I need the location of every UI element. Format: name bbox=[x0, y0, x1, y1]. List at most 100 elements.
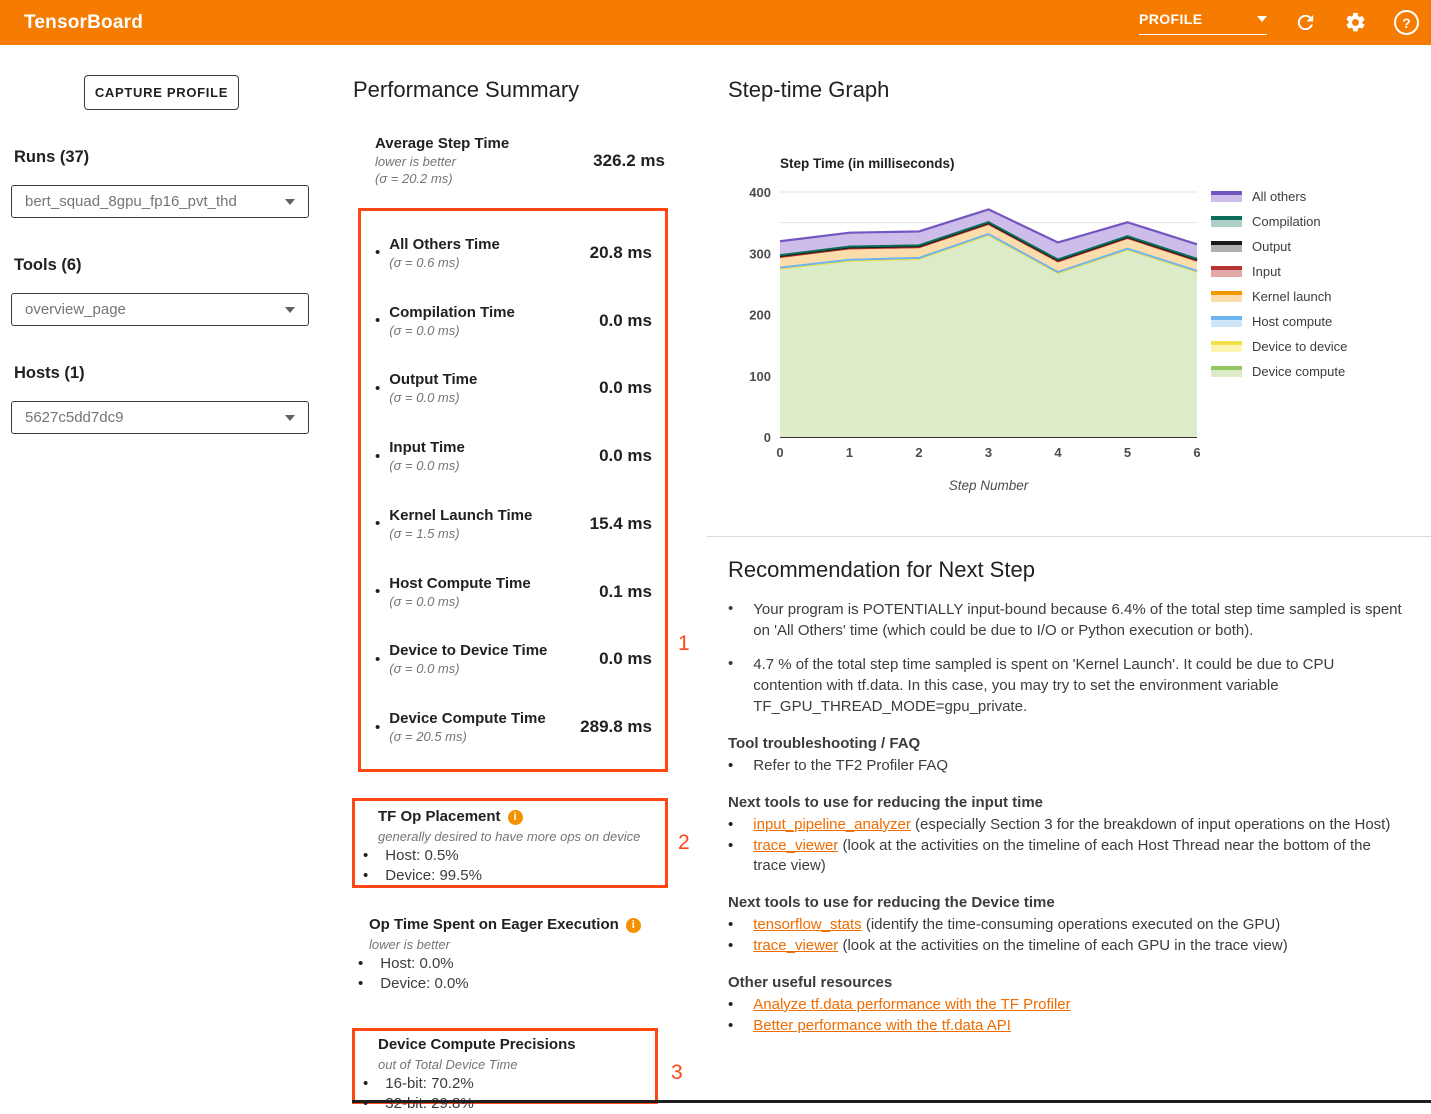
metric-sigma: (σ = 0.0 ms) bbox=[389, 457, 465, 474]
list-item: •Device: 99.5% bbox=[361, 866, 661, 886]
tools-label: Tools (6) bbox=[14, 256, 82, 275]
metric-row: • Compilation Time (σ = 0.0 ms) 0.0 ms bbox=[375, 303, 652, 339]
list-item: •16-bit: 70.2% bbox=[361, 1074, 651, 1094]
header-toolbar: PROFILE ? bbox=[1139, 0, 1419, 45]
dashboard-selector[interactable]: PROFILE bbox=[1139, 11, 1267, 35]
recommendation-bullet: •Your program is POTENTIALLY input-bound… bbox=[728, 599, 1406, 641]
metric-value: 0.0 ms bbox=[599, 649, 652, 669]
legend-swatch bbox=[1211, 191, 1242, 202]
recommendation-section: Recommendation for Next Step •Your progr… bbox=[728, 557, 1406, 1037]
legend-swatch bbox=[1211, 341, 1242, 352]
bullet: • bbox=[358, 974, 363, 994]
tfdata-api-link[interactable]: Better performance with the tf.data API bbox=[753, 1017, 1011, 1034]
metric-label: Compilation Time bbox=[389, 303, 515, 322]
legend-item: Output bbox=[1211, 239, 1347, 254]
legend-label: Device compute bbox=[1252, 364, 1345, 379]
metric-row: • Kernel Launch Time (σ = 1.5 ms) 15.4 m… bbox=[375, 506, 652, 542]
metric-label: Average Step Time bbox=[375, 134, 509, 153]
tensorflow-stats-link[interactable]: tensorflow_stats bbox=[753, 916, 861, 933]
bullet: • bbox=[358, 954, 363, 974]
average-step-time: Average Step Time lower is better (σ = 2… bbox=[375, 134, 665, 187]
chart-legend: All others Compilation Output Input Kern… bbox=[1211, 189, 1347, 379]
info-icon[interactable]: i bbox=[508, 810, 523, 825]
metric-value: 326.2 ms bbox=[593, 151, 665, 171]
hosts-select-value: 5627c5dd7dc9 bbox=[25, 409, 123, 426]
bullet: • bbox=[728, 654, 733, 717]
list-item: •32-bit: 29.8% bbox=[361, 1094, 651, 1114]
metric-sigma: (σ = 0.0 ms) bbox=[389, 660, 547, 677]
list-item: •Device: 0.0% bbox=[358, 974, 668, 994]
tools-select[interactable]: overview_page bbox=[11, 293, 309, 326]
legend-item: Input bbox=[1211, 264, 1347, 279]
runs-select-value: bert_squad_8gpu_fp16_pvt_thd bbox=[25, 193, 237, 210]
svg-text:0: 0 bbox=[776, 445, 783, 460]
bullet: • bbox=[728, 936, 733, 956]
metric-label: Kernel Launch Time bbox=[389, 506, 532, 525]
performance-summary-title: Performance Summary bbox=[353, 77, 579, 103]
section-divider bbox=[707, 536, 1431, 537]
bullet: • bbox=[728, 915, 733, 935]
section-item: •Analyze tf.data performance with the TF… bbox=[728, 995, 1406, 1015]
bullet: • bbox=[363, 1074, 368, 1094]
capture-profile-button[interactable]: CAPTURE PROFILE bbox=[84, 75, 239, 110]
bullet: • bbox=[375, 582, 380, 601]
eager-execution-block: Op Time Spent on Eager Execution i lower… bbox=[358, 915, 668, 994]
metric-sigma: (σ = 0.0 ms) bbox=[389, 322, 515, 339]
legend-item: Compilation bbox=[1211, 214, 1347, 229]
settings-icon[interactable] bbox=[1344, 11, 1367, 34]
bullet: • bbox=[363, 846, 368, 866]
bullet: • bbox=[728, 599, 733, 641]
svg-text:3: 3 bbox=[985, 445, 992, 460]
hosts-select[interactable]: 5627c5dd7dc9 bbox=[11, 401, 309, 434]
section-item: •Refer to the TF2 Profiler FAQ bbox=[728, 756, 1406, 776]
bullet: • bbox=[728, 815, 733, 835]
legend-label: Device to device bbox=[1252, 339, 1347, 354]
legend-swatch bbox=[1211, 216, 1242, 227]
svg-text:400: 400 bbox=[749, 185, 771, 200]
legend-item: Device to device bbox=[1211, 339, 1347, 354]
metric-row: • Device to Device Time (σ = 0.0 ms) 0.0… bbox=[375, 641, 652, 677]
eager-execution-title: Op Time Spent on Eager Execution bbox=[369, 915, 619, 935]
section-heading: Next tools to use for reducing the input… bbox=[728, 793, 1406, 813]
help-icon[interactable]: ? bbox=[1394, 10, 1419, 35]
annotation-number-3: 3 bbox=[671, 1061, 683, 1085]
metric-value: 0.0 ms bbox=[599, 378, 652, 398]
metric-note: lower is better bbox=[375, 153, 509, 170]
bullet: • bbox=[375, 447, 380, 466]
svg-text:300: 300 bbox=[749, 246, 771, 261]
section-item: •trace_viewer (look at the activities on… bbox=[728, 936, 1406, 956]
step-time-chart: Step Time (in milliseconds)0100200300400… bbox=[747, 148, 1207, 500]
tfdata-performance-link[interactable]: Analyze tf.data performance with the TF … bbox=[753, 996, 1070, 1013]
hosts-label: Hosts (1) bbox=[14, 364, 85, 383]
legend-label: Host compute bbox=[1252, 314, 1332, 329]
svg-text:2: 2 bbox=[915, 445, 922, 460]
tools-select-value: overview_page bbox=[25, 301, 126, 318]
runs-label: Runs (37) bbox=[14, 148, 89, 167]
annotation-number-2: 2 bbox=[678, 831, 690, 855]
metric-row: • Output Time (σ = 0.0 ms) 0.0 ms bbox=[375, 370, 652, 406]
section-item: •tensorflow_stats (identify the time-con… bbox=[728, 915, 1406, 935]
input-pipeline-analyzer-link[interactable]: input_pipeline_analyzer bbox=[753, 816, 911, 833]
trace-viewer-link[interactable]: trace_viewer bbox=[753, 837, 838, 854]
svg-text:6: 6 bbox=[1193, 445, 1200, 460]
info-icon[interactable]: i bbox=[626, 918, 641, 933]
recommendation-title: Recommendation for Next Step bbox=[728, 557, 1406, 583]
metric-label: Device Compute Time bbox=[389, 709, 545, 728]
runs-select[interactable]: bert_squad_8gpu_fp16_pvt_thd bbox=[11, 185, 309, 218]
legend-label: Compilation bbox=[1252, 214, 1321, 229]
metric-sigma: (σ = 0.0 ms) bbox=[389, 389, 477, 406]
section-item: •input_pipeline_analyzer (especially Sec… bbox=[728, 815, 1406, 835]
refresh-icon[interactable] bbox=[1294, 11, 1317, 34]
legend-item: Device compute bbox=[1211, 364, 1347, 379]
bullet: • bbox=[375, 379, 380, 398]
metric-label: Host Compute Time bbox=[389, 574, 530, 593]
legend-item: All others bbox=[1211, 189, 1347, 204]
metric-label: All Others Time bbox=[389, 235, 500, 254]
svg-text:0: 0 bbox=[764, 430, 771, 445]
list-item: •Host: 0.5% bbox=[361, 846, 661, 866]
bullet: • bbox=[375, 311, 380, 330]
legend-swatch bbox=[1211, 291, 1242, 302]
trace-viewer-link[interactable]: trace_viewer bbox=[753, 937, 838, 954]
bullet: • bbox=[728, 756, 733, 776]
metric-row: • All Others Time (σ = 0.6 ms) 20.8 ms bbox=[375, 235, 652, 271]
